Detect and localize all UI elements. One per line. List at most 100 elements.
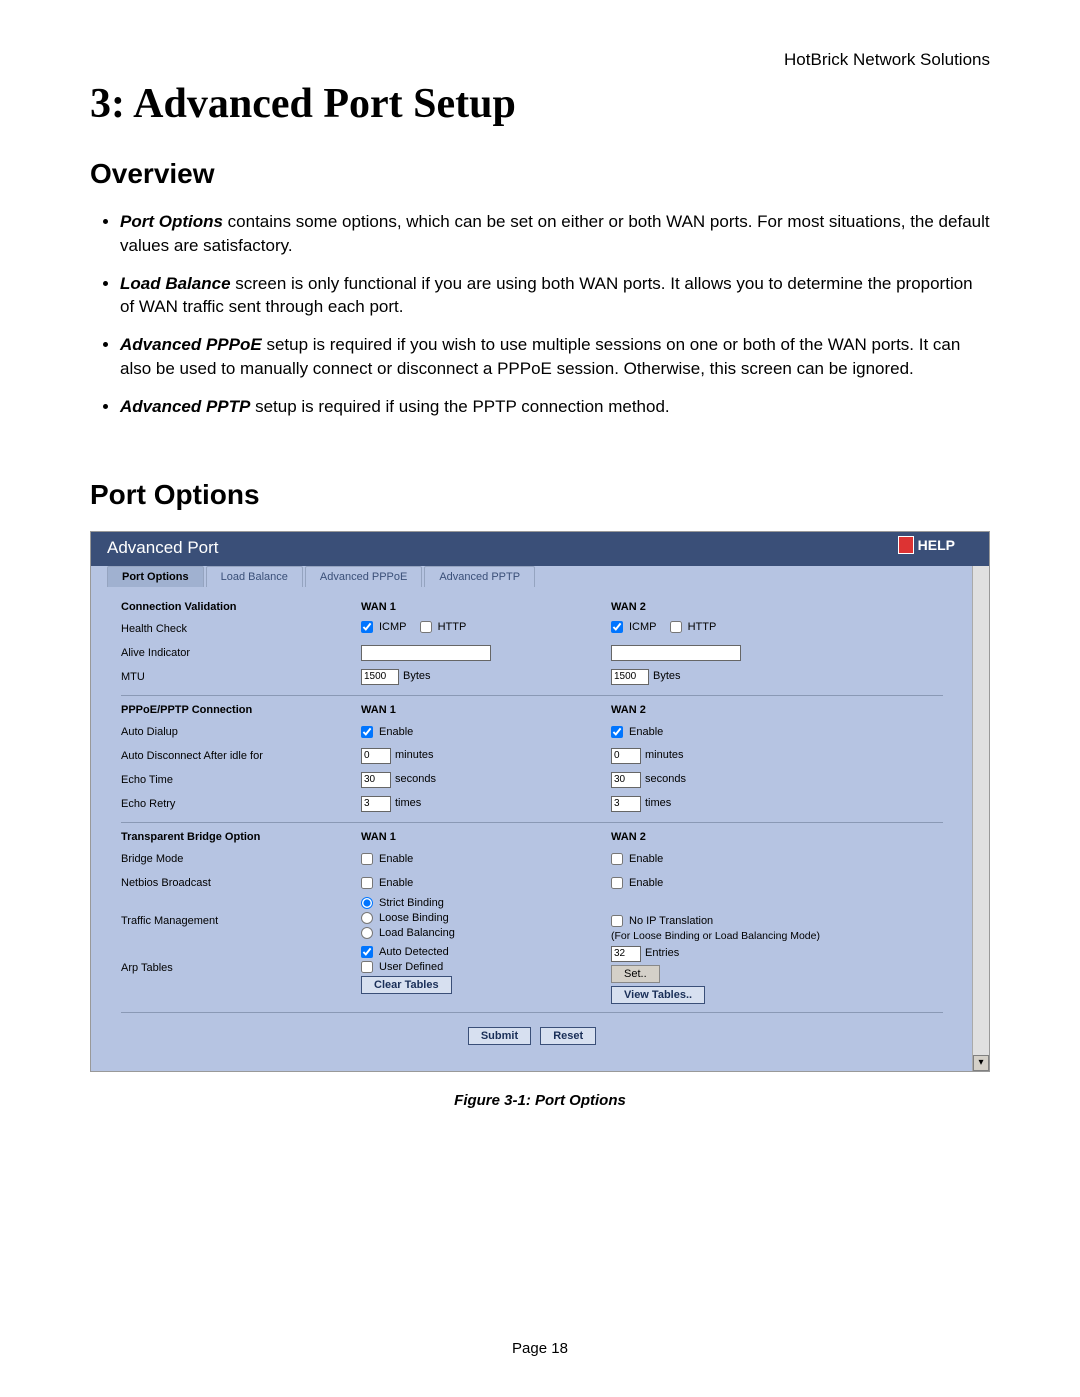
view-tables-button[interactable]: View Tables.. [611,986,705,1004]
unit-times: times [395,797,421,809]
unit-entries: Entries [645,947,679,959]
label-enable: Enable [629,877,663,889]
label-enable: Enable [379,853,413,865]
clear-tables-button[interactable]: Clear Tables [361,976,452,994]
label-mtu: MTU [121,671,361,683]
radio-loose-binding[interactable] [361,912,373,924]
label-auto-detected: Auto Detected [379,946,449,958]
overview-item: Load Balance screen is only functional i… [120,272,990,320]
section-title: PPPoE/PPTP Connection [121,704,361,716]
label-enable: Enable [629,726,663,738]
label-user-defined: User Defined [379,961,443,973]
panel-title: Advanced Port [107,538,219,557]
radio-load-balancing[interactable] [361,927,373,939]
checkbox-auto-detected[interactable] [361,946,373,958]
overview-list: Port Options contains some options, whic… [90,210,990,419]
label-bridge-mode: Bridge Mode [121,853,361,865]
input-mtu-wan2[interactable] [611,669,649,685]
set-button[interactable]: Set.. [611,965,660,983]
overview-heading: Overview [90,158,990,190]
label-enable: Enable [379,726,413,738]
label-traffic-management: Traffic Management [121,897,361,927]
col-wan2: WAN 2 [611,831,943,843]
label-enable: Enable [379,877,413,889]
label-icmp: ICMP [629,621,657,633]
tab-load-balance[interactable]: Load Balance [206,566,303,587]
unit-times: times [645,797,671,809]
config-screenshot: ▴ ▾ Advanced Port HELP Port Options Load… [90,531,990,1072]
input-autodisc-wan1[interactable] [361,748,391,764]
input-mtu-wan1[interactable] [361,669,399,685]
tab-row: Port Options Load Balance Advanced PPPoE… [91,566,989,587]
checkbox-user-defined[interactable] [361,961,373,973]
unit-bytes: Bytes [403,670,431,682]
submit-row: Submit Reset [121,1013,943,1051]
label-loose: Loose Binding [379,912,449,924]
label-strict: Strict Binding [379,897,444,909]
input-entries[interactable] [611,946,641,962]
input-autodisc-wan2[interactable] [611,748,641,764]
checkbox-netbios-wan1[interactable] [361,877,373,889]
checkbox-no-ip-translation[interactable] [611,915,623,927]
label-http: HTTP [688,621,717,633]
unit-minutes: minutes [645,749,684,761]
overview-term: Advanced PPTP [120,397,250,416]
unit-seconds: seconds [645,773,686,785]
col-wan1: WAN 1 [361,601,611,613]
col-wan2: WAN 2 [611,601,943,613]
section-title: Connection Validation [121,601,361,613]
overview-item: Advanced PPPoE setup is required if you … [120,333,990,381]
section-title: Transparent Bridge Option [121,831,361,843]
overview-text: screen is only functional if you are usi… [120,274,973,317]
input-echotime-wan1[interactable] [361,772,391,788]
checkbox-icmp-wan2[interactable] [611,621,623,633]
label-noip: No IP Translation [629,915,713,927]
checkbox-autodialup-wan2[interactable] [611,726,623,738]
col-wan1: WAN 1 [361,704,611,716]
scrollbar[interactable]: ▴ ▾ [972,532,989,1071]
tab-port-options[interactable]: Port Options [107,566,204,587]
checkbox-http-wan1[interactable] [420,621,432,633]
overview-item: Advanced PPTP setup is required if using… [120,395,990,419]
overview-term: Load Balance [120,274,231,293]
label-loadbal: Load Balancing [379,927,455,939]
submit-button[interactable]: Submit [468,1027,531,1045]
checkbox-icmp-wan1[interactable] [361,621,373,633]
col-wan1: WAN 1 [361,831,611,843]
section-pppoe-pptp: PPPoE/PPTP Connection WAN 1 WAN 2 Auto D… [121,696,943,823]
section-transparent-bridge: Transparent Bridge Option WAN 1 WAN 2 Br… [121,823,943,1013]
checkbox-bridge-wan1[interactable] [361,853,373,865]
input-echotime-wan2[interactable] [611,772,641,788]
overview-text: setup is required if using the PPTP conn… [250,397,669,416]
reset-button[interactable]: Reset [540,1027,596,1045]
form-body: Connection Validation WAN 1 WAN 2 Health… [91,587,973,1071]
checkbox-http-wan2[interactable] [670,621,682,633]
help-link[interactable]: HELP [898,536,955,554]
input-echoretry-wan1[interactable] [361,796,391,812]
panel-header: Advanced Port HELP [91,532,989,566]
col-wan2: WAN 2 [611,704,943,716]
label-echo-time: Echo Time [121,774,361,786]
input-echoretry-wan2[interactable] [611,796,641,812]
help-icon [898,536,914,554]
label-arp-tables: Arp Tables [121,946,361,974]
overview-term: Advanced PPPoE [120,335,262,354]
figure-caption: Figure 3-1: Port Options [90,1092,990,1109]
radio-strict-binding[interactable] [361,897,373,909]
label-auto-dialup: Auto Dialup [121,726,361,738]
scroll-down-icon[interactable]: ▾ [973,1055,989,1071]
label-http: HTTP [438,621,467,633]
overview-text: contains some options, which can be set … [120,212,990,255]
label-echo-retry: Echo Retry [121,798,361,810]
tab-advanced-pppoe[interactable]: Advanced PPPoE [305,566,422,587]
tab-advanced-pptp[interactable]: Advanced PPTP [424,566,535,587]
checkbox-bridge-wan2[interactable] [611,853,623,865]
checkbox-autodialup-wan1[interactable] [361,726,373,738]
input-alive-wan1[interactable] [361,645,491,661]
page-number: Page 18 [0,1340,1080,1357]
checkbox-netbios-wan2[interactable] [611,877,623,889]
input-alive-wan2[interactable] [611,645,741,661]
overview-term: Port Options [120,212,223,231]
section-connection-validation: Connection Validation WAN 1 WAN 2 Health… [121,593,943,696]
overview-item: Port Options contains some options, whic… [120,210,990,258]
